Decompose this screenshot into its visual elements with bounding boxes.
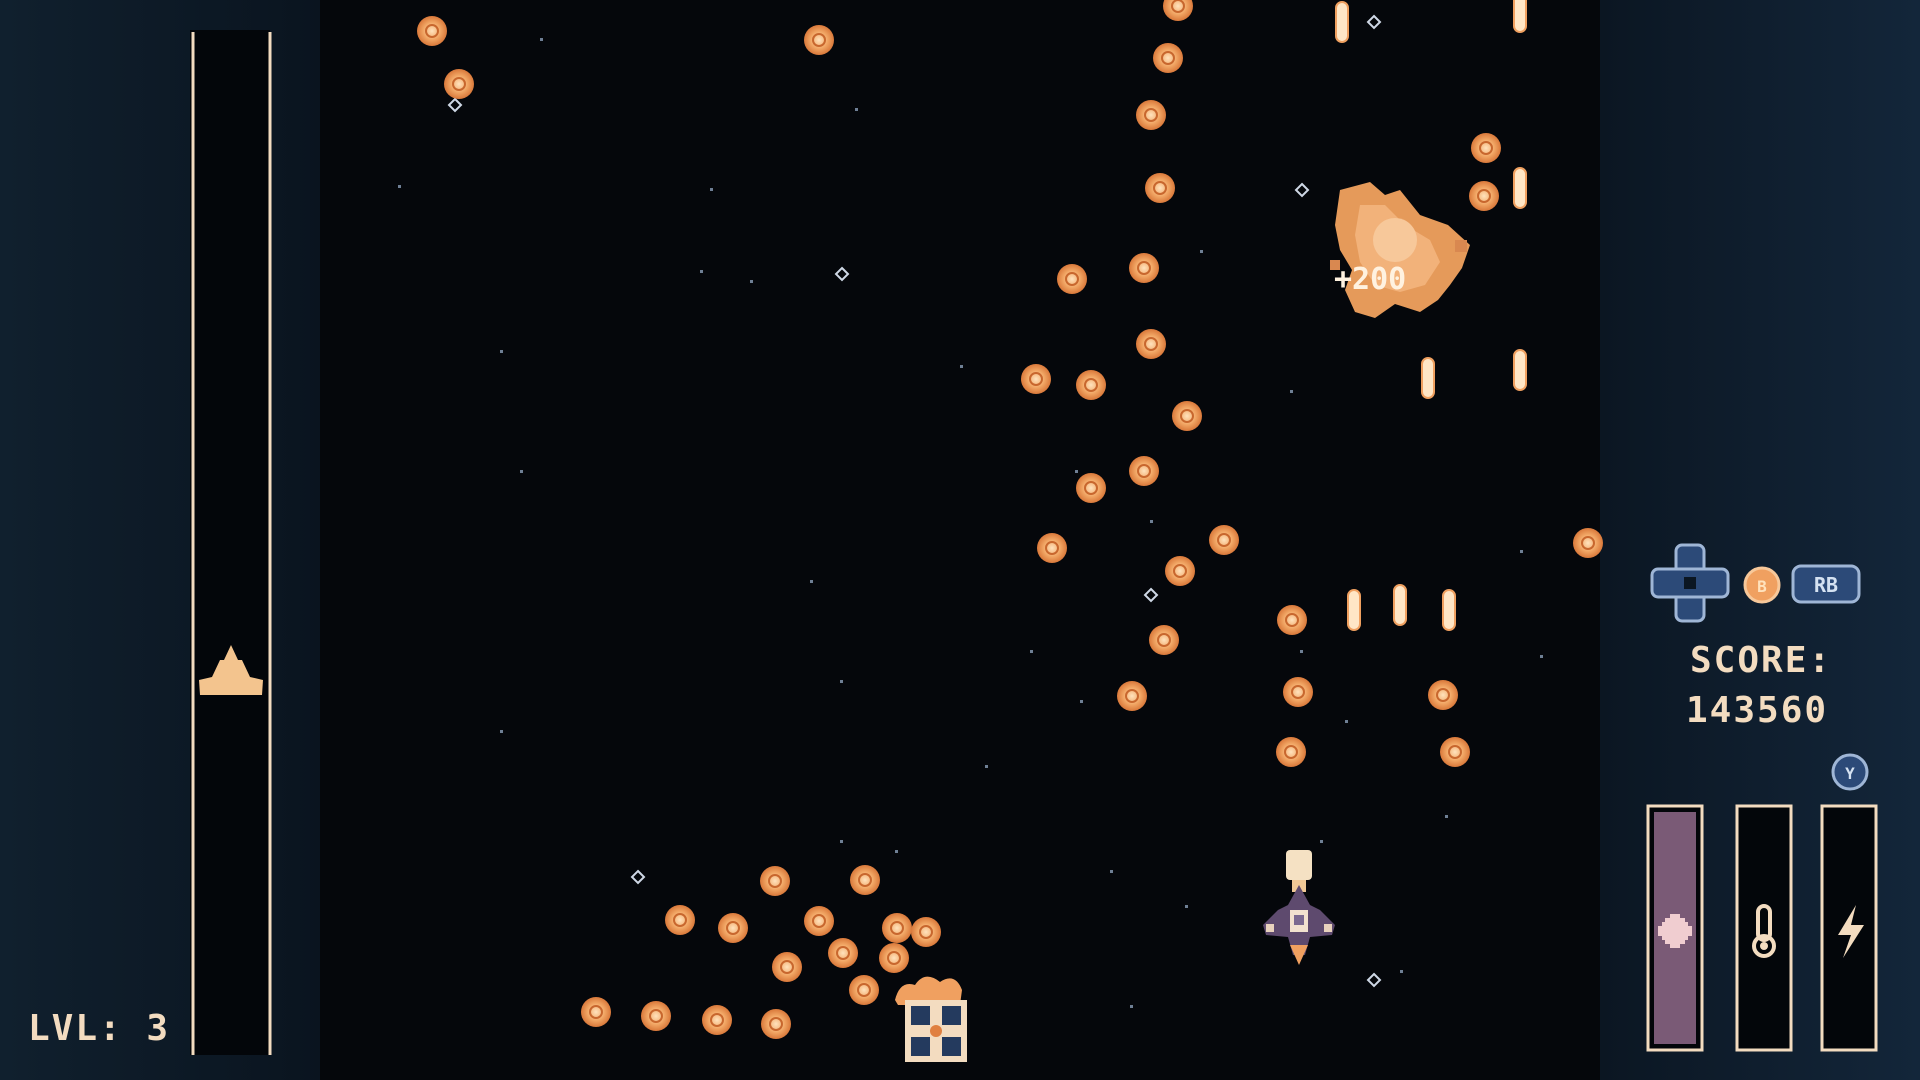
player-shot	[1513, 349, 1527, 391]
player-shot	[1442, 589, 1456, 631]
enemy-bullet	[417, 16, 447, 46]
enemy-bullet	[772, 952, 802, 982]
star	[960, 365, 963, 368]
star	[1345, 720, 1348, 723]
enemy-bullet	[804, 906, 834, 936]
player-shot	[1421, 357, 1435, 399]
star	[1075, 470, 1078, 473]
heat-meter	[1735, 804, 1793, 1052]
enemy-bullet	[444, 69, 474, 99]
star	[855, 108, 858, 111]
playfield	[320, 0, 1600, 1080]
star	[1130, 1005, 1133, 1008]
enemy-bullet	[1471, 133, 1501, 163]
star	[895, 850, 898, 853]
enemy-bullet	[1276, 737, 1306, 767]
level-label: LVL: 3	[28, 1008, 171, 1049]
star	[1080, 700, 1083, 703]
star	[710, 188, 713, 191]
enemy-bullet	[581, 997, 611, 1027]
player-shot	[1335, 1, 1349, 43]
enemy-bullet	[849, 975, 879, 1005]
health-meter	[1646, 804, 1704, 1052]
star	[1030, 650, 1033, 653]
enemy-bullet	[1076, 370, 1106, 400]
star	[540, 38, 543, 41]
star	[500, 350, 503, 353]
score-value: 143560	[1686, 690, 1829, 731]
enemy-bullet	[1129, 253, 1159, 283]
enemy-bullet	[1277, 605, 1307, 635]
enemy-bullet	[1021, 364, 1051, 394]
star	[520, 470, 523, 473]
star	[398, 185, 401, 188]
supply-crate-icon	[895, 976, 967, 1062]
enemy-bullet	[761, 1009, 791, 1039]
star	[810, 580, 813, 583]
star	[1540, 655, 1543, 658]
star	[1300, 650, 1303, 653]
enemy-bullet	[1136, 329, 1166, 359]
star	[700, 270, 703, 273]
enemy-bullet	[1172, 401, 1202, 431]
score-label: SCORE:	[1690, 640, 1833, 681]
star	[1185, 905, 1188, 908]
player-shot	[1513, 0, 1527, 33]
player-shot	[1513, 167, 1527, 209]
b-button-label: B	[1757, 577, 1767, 596]
left-panel	[0, 0, 320, 1080]
enemy-bullet	[641, 1001, 671, 1031]
enemy-bullet	[718, 913, 748, 943]
enemy-bullet	[1165, 556, 1195, 586]
enemy-bullet	[760, 866, 790, 896]
enemy-bullet	[702, 1005, 732, 1035]
star	[750, 280, 753, 283]
star	[1400, 970, 1403, 973]
player-shot	[1347, 589, 1361, 631]
star	[1200, 250, 1203, 253]
star	[1445, 815, 1448, 818]
enemy-bullet	[1037, 533, 1067, 563]
energy-meter	[1820, 804, 1878, 1052]
enemy-bullet	[1145, 173, 1175, 203]
enemy-bullet	[1573, 528, 1603, 558]
enemy-bullet	[882, 913, 912, 943]
enemy-bullet	[1428, 680, 1458, 710]
enemy-bullet	[665, 905, 695, 935]
enemy-bullet	[1149, 625, 1179, 655]
enemy-bullet	[1057, 264, 1087, 294]
enemy-bullet	[1469, 181, 1499, 211]
y-button-label: Y	[1845, 764, 1855, 783]
enemy-bullet	[1440, 737, 1470, 767]
level-progress-track	[190, 30, 272, 1055]
rb-button-label: RB	[1814, 573, 1838, 597]
star	[1110, 870, 1113, 873]
star	[840, 840, 843, 843]
enemy-bullet	[911, 917, 941, 947]
enemy-bullet	[1283, 677, 1313, 707]
enemy-bullet	[1117, 681, 1147, 711]
enemy-bullet	[1209, 525, 1239, 555]
star	[840, 680, 843, 683]
floating-score: +200	[1334, 262, 1407, 297]
enemy-bullet	[1136, 100, 1166, 130]
star	[1150, 520, 1153, 523]
star	[1520, 550, 1523, 553]
star	[500, 730, 503, 733]
enemy-bullet	[1153, 43, 1183, 73]
enemy-bullet	[1076, 473, 1106, 503]
enemy-bullet	[879, 943, 909, 973]
enemy-bullet	[850, 865, 880, 895]
enemy-bullet	[828, 938, 858, 968]
star	[1320, 840, 1323, 843]
enemy-bullet	[804, 25, 834, 55]
star	[1290, 390, 1293, 393]
star	[985, 765, 988, 768]
player-shot	[1393, 584, 1407, 626]
enemy-bullet	[1129, 456, 1159, 486]
game-scene: B RB Y	[0, 0, 1920, 1080]
